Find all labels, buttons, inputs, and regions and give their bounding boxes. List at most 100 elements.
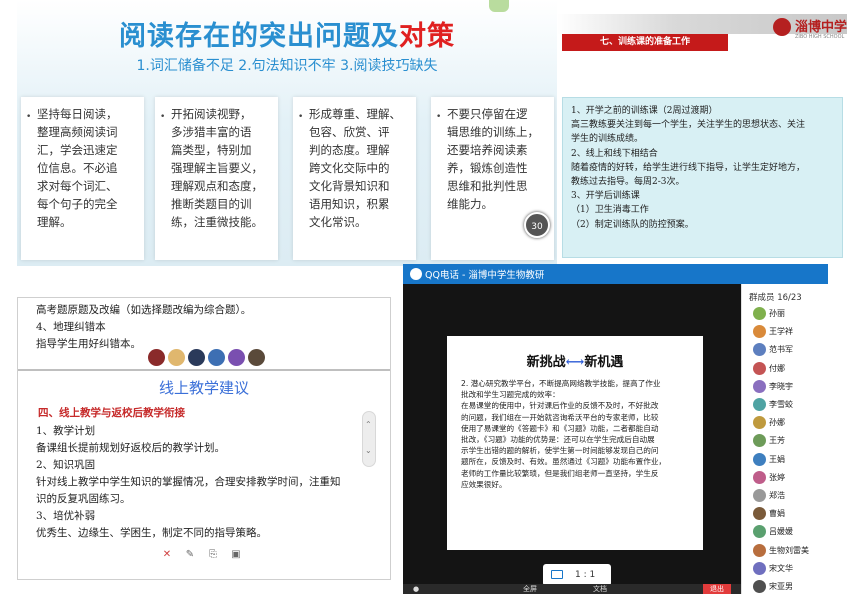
shared-heading: 新挑战⟷新机遇 xyxy=(526,355,624,370)
avatar[interactable] xyxy=(148,349,165,366)
avatar xyxy=(753,307,766,320)
avatar xyxy=(753,561,766,575)
avatar xyxy=(753,379,766,393)
member-item[interactable]: 张婷 xyxy=(753,470,829,485)
document-button[interactable]: 文档 xyxy=(593,584,607,594)
school-logo: 淄博中学 ZIBO HIGH SCHOOL xyxy=(771,16,847,50)
member-name: 王学祥 xyxy=(769,327,793,337)
call-controls: ● 全屏 文档 退出 xyxy=(403,584,741,594)
avatar xyxy=(753,434,766,448)
member-name: 李雪蛟 xyxy=(769,400,793,409)
avatar xyxy=(753,343,766,357)
member-item[interactable]: 王学祥 xyxy=(753,324,829,339)
member-item[interactable]: 郑浩 xyxy=(753,488,829,503)
member-item[interactable]: 范书军 xyxy=(753,342,829,357)
timer-badge[interactable]: 30 xyxy=(524,212,550,238)
avatar[interactable] xyxy=(168,349,185,366)
member-item[interactable]: 李晓宇 xyxy=(753,379,829,394)
window-icon[interactable]: ▣ xyxy=(227,546,245,564)
content-line: 1、开学之前的训练课（2周过渡期） xyxy=(571,106,718,116)
section-title: 四、线上教学与返校后教学衔接 xyxy=(38,407,185,419)
member-name: 曹娟 xyxy=(769,509,785,519)
member-name: 生物刘雷美 xyxy=(769,545,809,555)
content-line: 学生的训练成绩。 xyxy=(571,134,644,145)
strategy-card-1: • 坚持每日阅读， 整理高频阅读词 汇，学会迅速定 位信息。不必追 求对每个词汇、 每个句… xyxy=(21,97,144,260)
strategy-card-2: • 开拓阅读视野， 多涉猎丰富的语 篇类型，特别加 强理解主旨要义， 理解观点和态度，推… xyxy=(155,97,278,260)
content-line: 高三教练要关注到每一个学生，关注学生的思想状态、关注 xyxy=(571,120,806,131)
doc-line: 4、地理纠错本 xyxy=(36,321,106,333)
scroll-down-icon[interactable]: ⌄ xyxy=(365,446,372,455)
reading-strategy-slide: 阅读存在的突出问题及对策 1.词汇储备不足 2.句法知识不牢 3.阅读技巧缺失 … xyxy=(17,0,557,266)
member-list: 群成员 16/23 孙丽王学祥范书军付娜李晓宇李雪蛟孙娜王芳王娟张婷郑浩曹娟吕媛… xyxy=(741,284,828,594)
member-name: 张婷 xyxy=(769,472,785,482)
doc-line: 1、教学计划 xyxy=(36,425,96,437)
member-item[interactable]: 宋文华 xyxy=(753,561,829,576)
title-highlight: 对策 xyxy=(399,21,455,52)
member-name: 孙丽 xyxy=(769,309,785,318)
ratio-button[interactable]: 1 : 1 xyxy=(543,564,611,586)
ratio-value: 1 : 1 xyxy=(575,570,596,580)
member-item[interactable]: 孙丽 xyxy=(753,306,829,321)
avatar[interactable] xyxy=(248,349,265,366)
member-item[interactable]: 吕媛媛 xyxy=(753,524,829,539)
member-item[interactable]: 李雪蛟 xyxy=(753,397,829,412)
member-item[interactable]: 宋亚男 xyxy=(753,579,829,594)
doc-toolbar: ✕ ✎ ⎘ ▣ xyxy=(158,542,258,562)
member-item[interactable]: 生物刘雷美 xyxy=(753,543,829,558)
avatar xyxy=(753,543,766,557)
member-count: 群成员 16/23 xyxy=(749,293,802,303)
participant-avatars xyxy=(148,349,268,367)
avatar xyxy=(753,325,766,339)
avatar xyxy=(753,580,766,593)
avatar xyxy=(753,361,766,375)
slide-subtitle: 1.词汇储备不足 2.句法知识不牢 3.阅读技巧缺失 xyxy=(136,58,438,74)
content-line: 随着疫情的好转，给学生进行线下指导，让学生定好地方， xyxy=(571,162,806,173)
qq-call-window: QQ电话 - 淄博中学生物教研 新挑战⟷新机遇 2. 潜心研究教学平台，不断提高… xyxy=(403,264,828,594)
window-title: QQ电话 - 淄博中学生物教研 xyxy=(425,270,545,281)
member-item[interactable]: 曹娟 xyxy=(753,506,829,521)
doc-line: 指导学生用好纠错本。 xyxy=(36,338,141,350)
bullet-icon: • xyxy=(298,112,304,122)
close-icon[interactable]: ✕ xyxy=(158,546,176,564)
avatar xyxy=(753,507,766,521)
school-name-en: ZIBO HIGH SCHOOL xyxy=(795,34,845,40)
edit-icon[interactable]: ✎ xyxy=(181,546,199,564)
exit-button[interactable]: 退出 xyxy=(703,584,731,594)
scroll-up-icon[interactable]: ⌃ xyxy=(365,420,372,429)
section-banner: 七、训练课的准备工作 xyxy=(562,34,728,51)
avatar xyxy=(753,489,766,502)
slide-corner-tab xyxy=(489,0,509,12)
content-line: 3、开学后训练课 xyxy=(571,191,640,202)
avatar[interactable] xyxy=(208,349,225,366)
member-name: 宋亚男 xyxy=(769,582,793,591)
monitor-icon xyxy=(551,570,563,579)
strategy-card-3: • 形成尊重、理解、 包容、欣赏、评 判的态度。理解 跨文化交际中的 文化背景知识和 语用… xyxy=(293,97,416,260)
fullscreen-button[interactable]: 全屏 xyxy=(523,584,537,594)
doc-line: 备课组长提前规划好返校后的教学计划。 xyxy=(36,442,225,454)
member-item[interactable]: 王芳 xyxy=(753,433,829,448)
page-scroller[interactable]: ⌃ ⌄ xyxy=(362,411,376,467)
window-titlebar: QQ电话 - 淄博中学生物教研 xyxy=(403,264,828,284)
bullet-icon: • xyxy=(160,112,166,122)
avatar[interactable] xyxy=(188,349,205,366)
avatar xyxy=(753,398,766,411)
slide-title: 阅读存在的突出问题及对策 xyxy=(119,21,455,52)
divider xyxy=(18,369,390,371)
copy-icon[interactable]: ⎘ xyxy=(204,546,222,564)
mic-icon[interactable]: ● xyxy=(413,584,419,594)
bullet-icon: • xyxy=(436,112,442,122)
training-prep-slide: 淄博中学 ZIBO HIGH SCHOOL 七、训练课的准备工作 1、开学之前的… xyxy=(557,14,847,261)
member-item[interactable]: 付娜 xyxy=(753,361,829,376)
avatar[interactable] xyxy=(228,349,245,366)
doc-line: 3、培优补弱 xyxy=(36,510,96,522)
member-item[interactable]: 孙娜 xyxy=(753,415,829,430)
member-name: 郑浩 xyxy=(769,491,785,500)
avatar xyxy=(753,416,766,430)
avatar xyxy=(753,525,766,539)
content-line: 2、线上和线下相结合 xyxy=(571,148,658,159)
doc-line: 优秀生、边缘生、学困生，制定不同的指导策略。 xyxy=(36,527,267,539)
member-item[interactable]: 王娟 xyxy=(753,452,829,467)
member-name: 王芳 xyxy=(769,436,785,446)
content-line: 教练过去指导。每周2-3次。 xyxy=(571,177,685,188)
school-seal-icon xyxy=(773,18,791,36)
